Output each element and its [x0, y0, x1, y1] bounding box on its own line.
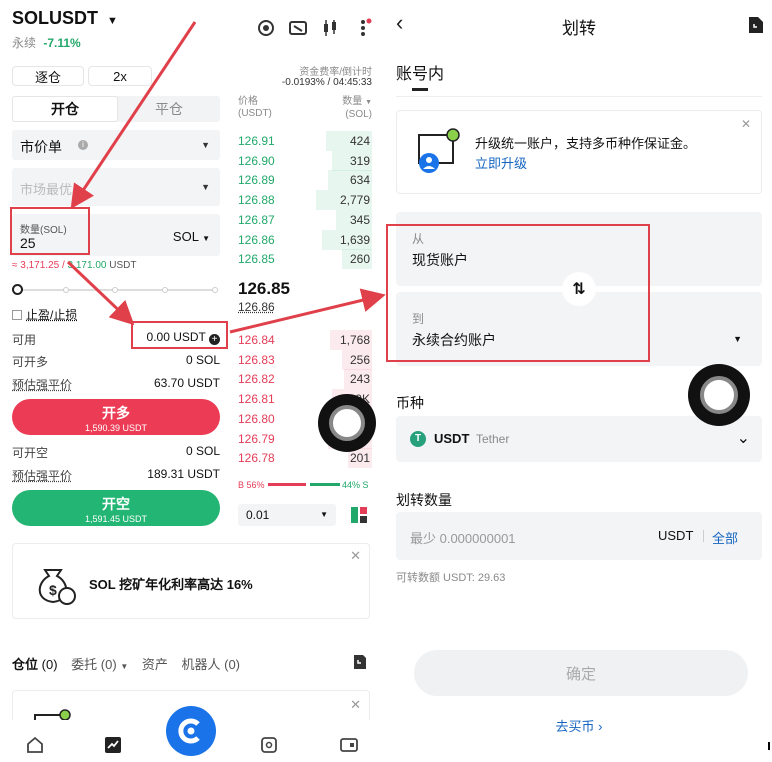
- corner-mark: [768, 742, 770, 750]
- annotation-arrow-3: [229, 288, 386, 334]
- annotation-arrow-1: [70, 21, 197, 209]
- annotation-arrows: [66, 21, 386, 334]
- annotation-arrow-2: [66, 260, 135, 326]
